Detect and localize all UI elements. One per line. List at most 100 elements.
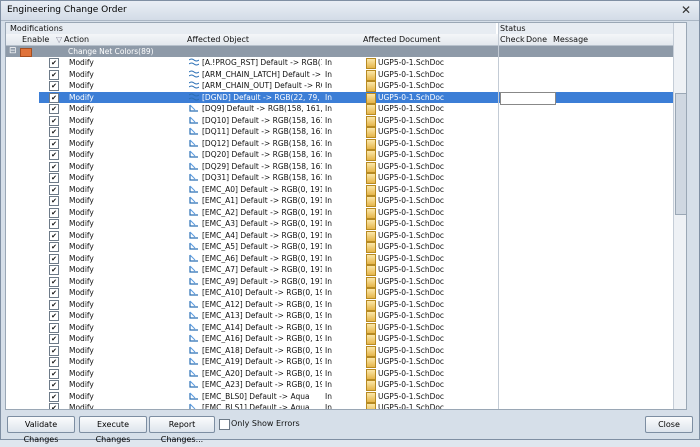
enable-checkbox[interactable]: ✔ [49, 230, 59, 241]
enable-checkbox[interactable]: ✔ [49, 253, 59, 264]
enable-checkbox[interactable]: ✔ [49, 334, 59, 344]
table-row[interactable]: ✔ Modify [ARM_CHAIN_LATCH] Default -> RGB(… [6, 69, 686, 81]
enable-checkbox[interactable]: ✔ [49, 219, 59, 229]
enable-checkbox[interactable]: ✔ [49, 115, 59, 126]
col-action[interactable]: Action [64, 35, 89, 44]
col-check[interactable]: Check [500, 35, 525, 44]
table-row[interactable]: ✔ Modify [EMC_A2] Default -> RGB(0, 191, 0… [6, 207, 686, 219]
table-row[interactable]: ✔ Modify [EMC_A1] Default -> RGB(0, 191, 0… [6, 195, 686, 207]
table-row[interactable]: ✔ Modify [DQ31] Default -> RGB(158, 161, 1… [6, 172, 686, 184]
net-icon [189, 139, 198, 147]
table-row[interactable]: ✔ Modify [EMC_A19] Default -> RGB(0, 191, … [6, 356, 686, 368]
report-changes-button[interactable]: Report Changes... [149, 416, 215, 444]
col-enable[interactable]: Enable [22, 35, 49, 44]
enable-checkbox[interactable]: ✔ [49, 196, 59, 206]
affected-document-cell: UGP5-0-1.SchDoc [378, 150, 445, 159]
vertical-scrollbar[interactable] [673, 23, 686, 409]
table-row[interactable]: ✔ Modify [A.!PROG_RST] Default -> RGB(158,… [6, 57, 686, 69]
enable-checkbox[interactable]: ✔ [49, 288, 59, 298]
table-row[interactable]: ✔ Modify [EMC_A4] Default -> RGB(0, 191, 0… [6, 230, 686, 242]
affected-object-cell: [EMC_A0] Default -> RGB(0, 191, 0) [202, 184, 322, 194]
table-row[interactable]: ✔ Modify [EMC_A14] Default -> RGB(0, 191, … [6, 322, 686, 334]
affected-object-cell: [EMC_A14] Default -> RGB(0, 191, 0) [202, 322, 322, 332]
enable-checkbox[interactable]: ✔ [49, 92, 59, 103]
table-row[interactable]: ✔ Modify [DQ10] Default -> RGB(158, 161, 1… [6, 115, 686, 127]
table-row[interactable]: ✔ Modify [EMC_A10] Default -> RGB(0, 191, … [6, 287, 686, 299]
affected-object-cell: [EMC_A18] Default -> RGB(0, 191, 0) [202, 345, 322, 355]
bus-icon [189, 58, 199, 66]
affected-document-cell: UGP5-0-1.SchDoc [378, 345, 445, 355]
direction-cell: In [325, 219, 332, 228]
direction-cell: In [325, 81, 332, 90]
scrollbar-thumb[interactable] [675, 93, 686, 215]
enable-checkbox[interactable]: ✔ [49, 299, 59, 310]
enable-checkbox[interactable]: ✔ [49, 242, 59, 252]
affected-document-cell: UGP5-0-1.SchDoc [378, 138, 445, 148]
table-row[interactable]: ✔ Modify [DGND] Default -> RGB(22, 79, 59)… [6, 91, 686, 105]
enable-checkbox[interactable]: ✔ [49, 173, 59, 183]
table-row[interactable]: ✔ Modify [EMC_A9] Default -> RGB(0, 191, 0… [6, 276, 686, 288]
table-row[interactable]: ✔ Modify [EMC_A3] Default -> RGB(0, 191, 0… [6, 218, 686, 230]
table-row[interactable]: ✔ Modify [EMC_BLS1] Default -> Aqua In UGP5-… [6, 402, 686, 410]
only-show-errors-checkbox[interactable] [219, 419, 230, 430]
enable-checkbox[interactable]: ✔ [49, 368, 59, 379]
col-message[interactable]: Message [553, 35, 588, 44]
affected-document-cell: UGP5-0-1.SchDoc [378, 403, 445, 410]
table-row[interactable]: ✔ Modify [DQ12] Default -> RGB(158, 161, 1… [6, 138, 686, 150]
bus-icon [189, 93, 199, 100]
table-row[interactable]: ✔ Modify [EMC_A23] Default -> RGB(0, 191, … [6, 379, 686, 391]
affected-document-cell: UGP5-0-1.SchDoc [378, 368, 445, 378]
schematic-document-icon [366, 161, 376, 173]
col-done[interactable]: Done [526, 35, 547, 44]
col-affected-document[interactable]: Affected Document [363, 35, 440, 44]
table-row[interactable]: ✔ Modify [EMC_A16] Default -> RGB(0, 191, … [6, 333, 686, 345]
enable-checkbox[interactable]: ✔ [49, 161, 59, 172]
enable-checkbox[interactable]: ✔ [49, 184, 59, 195]
col-affected-object[interactable]: Affected Object [187, 35, 249, 44]
enable-checkbox[interactable]: ✔ [49, 150, 59, 160]
table-row[interactable]: ✔ Modify [DQ9] Default -> RGB(158, 161, 11… [6, 103, 686, 115]
net-icon [189, 104, 198, 112]
close-button[interactable]: Close [645, 416, 693, 433]
enable-checkbox[interactable]: ✔ [49, 81, 59, 91]
table-row[interactable]: ✔ Modify [EMC_A6] Default -> RGB(0, 191, 0… [6, 253, 686, 265]
enable-checkbox[interactable]: ✔ [49, 265, 59, 275]
table-row[interactable]: ✔ Modify [DQ11] Default -> RGB(158, 161, 1… [6, 126, 686, 138]
table-row[interactable]: ✔ Modify [DQ29] Default -> RGB(158, 161, 1… [6, 161, 686, 173]
affected-object-cell: [EMC_A10] Default -> RGB(0, 191, 0) [202, 288, 322, 297]
group-row-change-net-colors[interactable]: ⊟ Change Net Colors(89) [6, 46, 686, 57]
table-row[interactable]: ✔ Modify [EMC_A18] Default -> RGB(0, 191, … [6, 345, 686, 357]
table-row[interactable]: ✔ Modify [DQ20] Default -> RGB(158, 161, 1… [6, 149, 686, 161]
enable-checkbox[interactable]: ✔ [49, 138, 59, 149]
enable-checkbox[interactable]: ✔ [49, 58, 59, 68]
enable-checkbox[interactable]: ✔ [49, 276, 59, 287]
enable-checkbox[interactable]: ✔ [49, 391, 59, 402]
table-row[interactable]: ✔ Modify [EMC_A0] Default -> RGB(0, 191, 0… [6, 184, 686, 196]
enable-checkbox[interactable]: ✔ [49, 345, 59, 356]
enable-checkbox[interactable]: ✔ [49, 403, 59, 409]
filter-icon[interactable]: ▽ [56, 35, 62, 44]
enable-checkbox[interactable]: ✔ [49, 69, 59, 80]
table-row[interactable]: ✔ Modify [EMC_A13] Default -> RGB(0, 191, … [6, 310, 686, 322]
schematic-document-icon [366, 288, 376, 299]
close-icon[interactable]: ✕ [679, 3, 693, 17]
table-row[interactable]: ✔ Modify [EMC_A12] Default -> RGB(0, 191, … [6, 299, 686, 311]
validate-changes-button[interactable]: Validate Changes [7, 416, 75, 444]
enable-checkbox[interactable]: ✔ [49, 322, 59, 333]
enable-checkbox[interactable]: ✔ [49, 207, 59, 218]
affected-document-cell: UGP5-0-1.SchDoc [378, 196, 445, 205]
enable-checkbox[interactable]: ✔ [49, 380, 59, 390]
table-row[interactable]: ✔ Modify [ARM_CHAIN_OUT] Default -> RGB(15… [6, 80, 686, 92]
action-cell: Modify [69, 276, 94, 286]
enable-checkbox[interactable]: ✔ [49, 104, 59, 114]
enable-checkbox[interactable]: ✔ [49, 127, 59, 137]
table-row[interactable]: ✔ Modify [EMC_A7] Default -> RGB(0, 191, 0… [6, 264, 686, 276]
expand-collapse-icon[interactable]: ⊟ [9, 46, 17, 56]
enable-checkbox[interactable]: ✔ [49, 311, 59, 321]
table-row[interactable]: ✔ Modify [EMC_A20] Default -> RGB(0, 191, … [6, 368, 686, 380]
table-row[interactable]: ✔ Modify [EMC_BLS0] Default -> Aqua In UGP5-… [6, 391, 686, 403]
affected-document-cell: UGP5-0-1.SchDoc [378, 92, 445, 102]
execute-changes-button[interactable]: Execute Changes [79, 416, 147, 444]
table-row[interactable]: ✔ Modify [EMC_A5] Default -> RGB(0, 191, 0… [6, 241, 686, 253]
enable-checkbox[interactable]: ✔ [49, 357, 59, 367]
